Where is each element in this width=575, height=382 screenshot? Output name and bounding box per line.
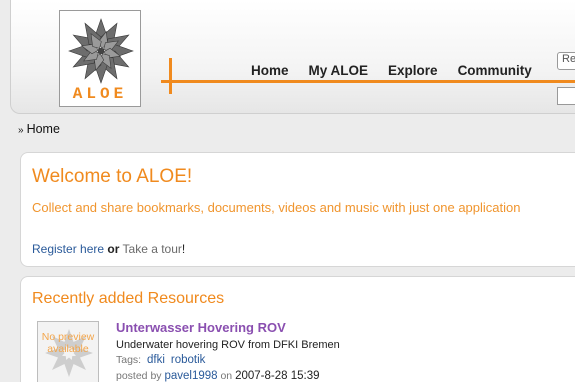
site-header: ALOE Home My ALOE Explore Community <box>10 0 575 114</box>
welcome-tagline: Collect and share bookmarks, documents, … <box>32 200 521 215</box>
breadcrumb-separator-icon: » <box>18 125 24 136</box>
resource-thumbnail[interactable]: No preview available <box>37 321 99 382</box>
no-preview-text: No preview available <box>41 331 95 355</box>
tag-link-robotik[interactable]: robotik <box>171 354 206 366</box>
aloe-logo[interactable]: ALOE <box>59 10 141 107</box>
author-link[interactable]: pavel1998 <box>164 370 217 382</box>
nav-home[interactable]: Home <box>251 63 289 78</box>
logo-wordmark: ALOE <box>72 85 128 103</box>
nav-community[interactable]: Community <box>458 63 532 78</box>
exclamation-text: ! <box>181 242 186 256</box>
nav-my-aloe[interactable]: My ALOE <box>309 63 369 78</box>
resource-description: Underwater hovering ROV from DFKI Bremen <box>116 339 340 351</box>
posted-date: 2007-8-28 15:39 <box>235 370 320 382</box>
login-field-top[interactable]: Re <box>557 52 575 70</box>
main-nav: Home My ALOE Explore Community <box>251 63 552 78</box>
welcome-links: Register here or Take a tour! <box>32 242 185 256</box>
or-text: or <box>107 242 120 256</box>
header-divider-vertical <box>169 58 172 94</box>
recent-resources-panel: Recently added Resources No preview avai… <box>20 276 575 382</box>
on-label: on <box>220 370 233 382</box>
header-divider-horizontal <box>161 80 575 83</box>
breadcrumb: » Home <box>18 122 60 136</box>
nav-explore[interactable]: Explore <box>388 63 438 78</box>
tags-label: Tags: <box>116 354 142 366</box>
recent-resources-title: Recently added Resources <box>32 290 225 307</box>
breadcrumb-home: Home <box>26 122 60 136</box>
resource-tags: Tags: dfki robotik <box>116 354 205 366</box>
register-link[interactable]: Register here <box>32 242 104 256</box>
tag-link-dfki[interactable]: dfki <box>147 354 165 366</box>
welcome-panel: Welcome to ALOE! Collect and share bookm… <box>20 152 575 267</box>
spiral-logo-icon <box>68 18 134 84</box>
resource-title-link[interactable]: Unterwasser Hovering ROV <box>116 320 286 335</box>
take-tour-link[interactable]: Take a tour <box>123 242 182 256</box>
resource-posted-line: posted by pavel1998 on 2007-8-28 15:39 <box>116 370 319 382</box>
login-field-bottom[interactable] <box>557 87 575 105</box>
welcome-title: Welcome to ALOE! <box>32 166 193 187</box>
posted-by-label: posted by <box>116 370 162 382</box>
